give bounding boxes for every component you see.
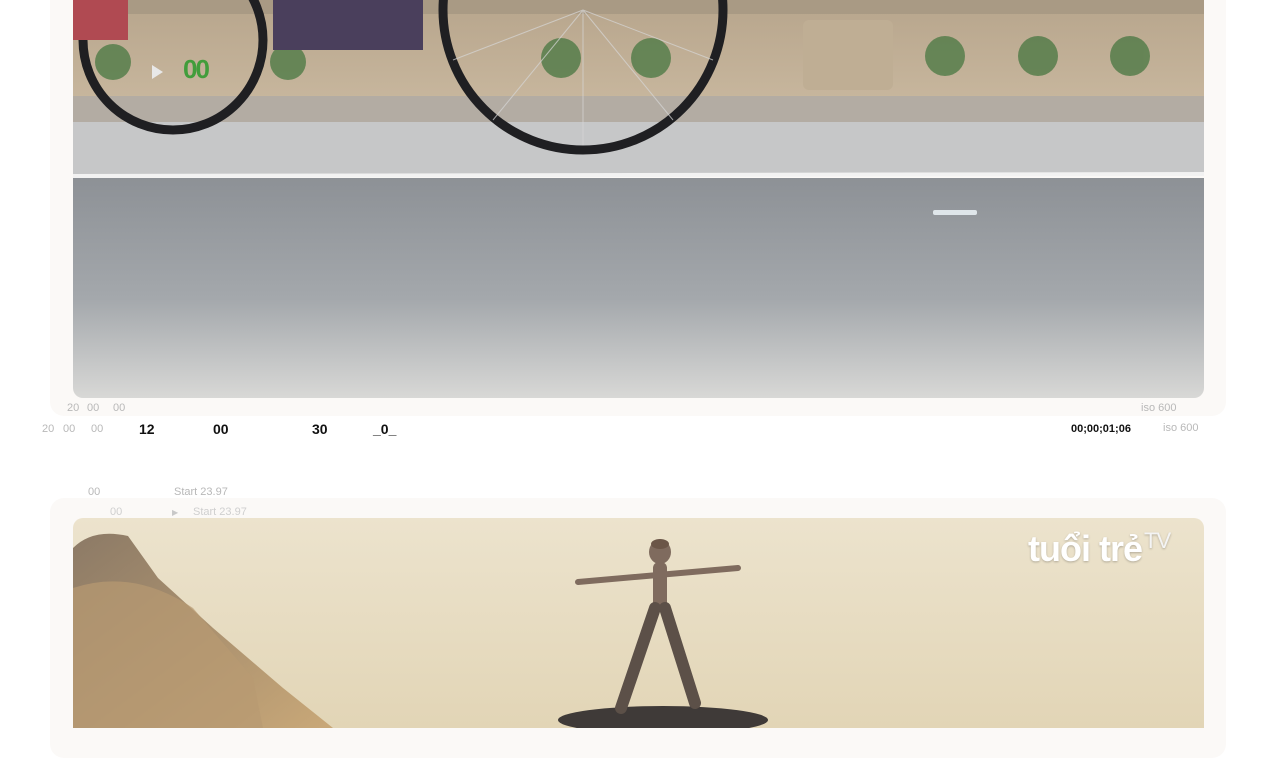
timecode-ghost-seconds: 00 — [113, 402, 126, 414]
start-fps-label-faded: Start 23.97 — [193, 506, 247, 518]
iso-label: iso 600 — [1163, 422, 1199, 434]
start-fps-label: Start 23.97 — [174, 486, 228, 498]
play-icon[interactable] — [152, 65, 163, 79]
timecode-minutes-faded: 00 — [63, 423, 76, 435]
cycling-scene — [73, 0, 1204, 398]
timecode-hours-faded: 20 — [42, 423, 55, 435]
recording-indicator: 00 — [183, 54, 210, 84]
logo-suffix-text: TV — [1144, 528, 1171, 553]
timecode-ghost-minutes: 00 — [87, 402, 100, 414]
timecode-12: 12 — [139, 421, 155, 437]
timecode-seconds-faded: 00 — [91, 423, 104, 435]
timecode-30: 30 — [312, 421, 328, 437]
frame-counter-faded: 00 — [110, 506, 123, 518]
duration-readout: 00;00;01;06 — [1071, 423, 1131, 435]
caret-right-icon: ▶ — [172, 508, 179, 517]
timecode-00: 00 — [213, 421, 229, 437]
tuoitre-tv-logo: tuổi trẻTV — [1028, 528, 1171, 570]
timecode-frame: _0_ — [373, 421, 397, 437]
frame-counter: 00 — [88, 486, 101, 498]
iso-ghost-label: iso 600 — [1141, 402, 1177, 414]
logo-main-text: tuổi trẻ — [1028, 528, 1143, 569]
timecode-ghost-hours: 20 — [67, 402, 80, 414]
video-frame-cycling[interactable] — [73, 0, 1204, 398]
